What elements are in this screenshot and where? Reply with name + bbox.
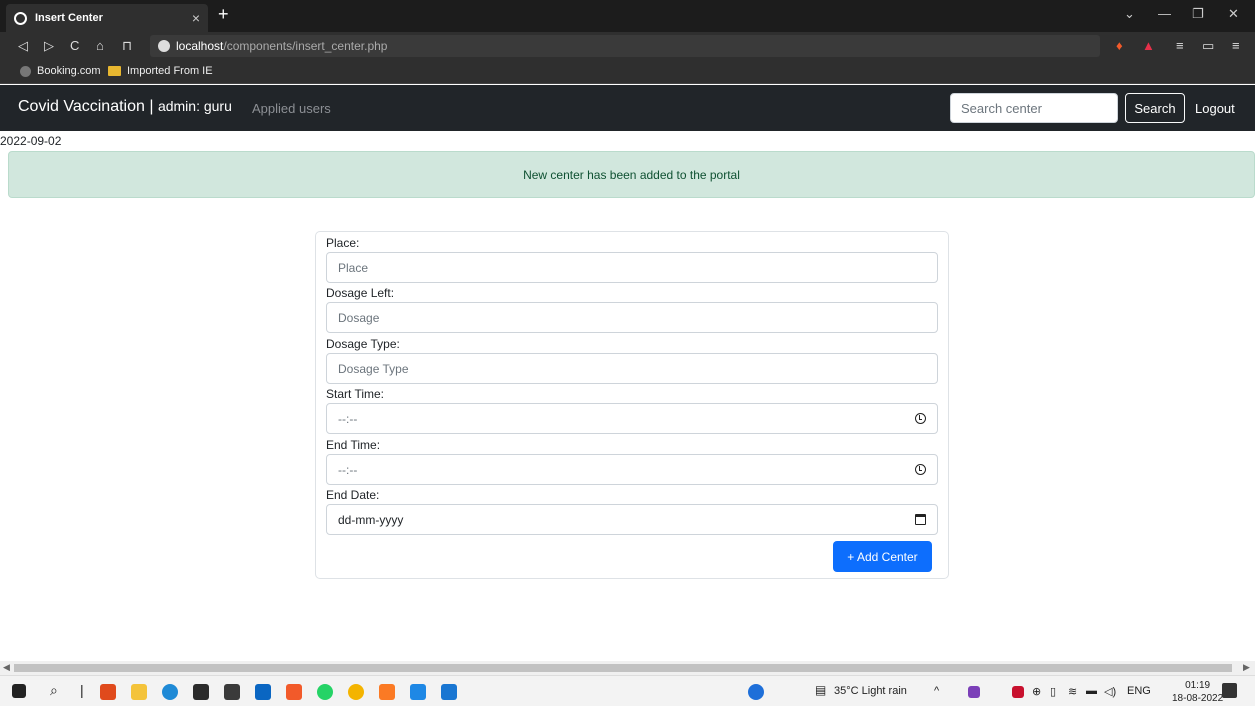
- minimize-icon[interactable]: —: [1158, 6, 1171, 21]
- volume-icon[interactable]: ◁): [1104, 685, 1116, 698]
- close-tab-icon[interactable]: ×: [192, 10, 200, 26]
- rewards-icon[interactable]: ▲: [1142, 38, 1155, 53]
- dosage-type-input[interactable]: [326, 353, 938, 384]
- end-date-label: End Date:: [326, 488, 380, 502]
- end-date-input[interactable]: dd-mm-yyyy: [326, 504, 938, 535]
- reload-icon[interactable]: C: [70, 38, 79, 53]
- url-host: localhost: [176, 39, 224, 53]
- app-navbar: Covid Vaccination | admin: guru Applied …: [0, 85, 1255, 131]
- vscode-icon[interactable]: [410, 684, 426, 700]
- globe-icon: [20, 65, 31, 77]
- windows-taskbar: ⌕ | ▤ 35°C Light rain ^ ⊕ ▯ ≋ ▬ ◁) ENG 0…: [0, 675, 1255, 706]
- globe-icon: [14, 11, 27, 25]
- end-time-label: End Time:: [326, 438, 381, 452]
- xampp-icon[interactable]: [379, 684, 395, 700]
- bookmark-booking[interactable]: Booking.com: [20, 65, 101, 77]
- horizontal-scrollbar[interactable]: ◀ ▶: [0, 661, 1255, 675]
- dosage-left-input[interactable]: [326, 302, 938, 333]
- store-icon[interactable]: [193, 684, 209, 700]
- playlist-icon[interactable]: ≡: [1176, 38, 1184, 53]
- scroll-left-icon[interactable]: ◀: [3, 662, 10, 673]
- folder-icon: [108, 66, 121, 76]
- scroll-right-icon[interactable]: ▶: [1243, 662, 1250, 673]
- photos-icon[interactable]: [441, 684, 457, 700]
- wifi-icon[interactable]: ≋: [1068, 685, 1077, 698]
- scrollbar-thumb[interactable]: [14, 664, 1232, 672]
- app-icon[interactable]: [224, 684, 240, 700]
- edge-icon[interactable]: [162, 684, 178, 700]
- office-icon[interactable]: [100, 684, 116, 700]
- mcafee-icon[interactable]: [1012, 686, 1024, 698]
- forward-icon[interactable]: ▷: [44, 38, 54, 54]
- brave-shield-icon[interactable]: ♦: [1116, 38, 1123, 53]
- show-hidden-icons[interactable]: ^: [934, 685, 939, 697]
- dosage-left-label: Dosage Left:: [326, 286, 395, 300]
- task-view-icon[interactable]: |: [80, 682, 84, 698]
- restore-icon[interactable]: ❐: [1192, 6, 1204, 22]
- end-time-input[interactable]: --:--: [326, 454, 938, 485]
- clock-icon[interactable]: [915, 413, 926, 424]
- notification-icon[interactable]: [1222, 683, 1237, 698]
- display-icon[interactable]: ▬: [1086, 685, 1097, 697]
- system-clock[interactable]: 01:19 18-08-2022: [1172, 679, 1223, 705]
- battery-icon[interactable]: ▯: [1050, 685, 1056, 698]
- close-window-icon[interactable]: ✕: [1228, 6, 1239, 22]
- search-icon[interactable]: ⌕: [50, 682, 58, 699]
- menu-icon[interactable]: ≡: [1232, 38, 1240, 53]
- search-button[interactable]: Search: [1125, 93, 1185, 123]
- onenote-icon[interactable]: [968, 686, 980, 698]
- brand[interactable]: Covid Vaccination | admin: guru: [18, 98, 232, 116]
- insert-center-form: Place: Dosage Left: Dosage Type: Start T…: [315, 231, 949, 579]
- calendar-icon[interactable]: [915, 514, 926, 525]
- add-center-button[interactable]: + Add Center: [833, 541, 932, 572]
- search-input[interactable]: [950, 93, 1118, 123]
- windows-start-icon[interactable]: [12, 684, 26, 698]
- start-time-label: Start Time:: [326, 387, 385, 401]
- bookmark-imported-from-ie[interactable]: Imported From IE: [108, 65, 213, 77]
- success-alert: New center has been added to the portal: [8, 151, 1255, 198]
- new-tab-button[interactable]: +: [218, 4, 229, 25]
- bookmark-label: Booking.com: [37, 65, 101, 77]
- dosage-type-label: Dosage Type:: [326, 337, 400, 351]
- end-date-value: dd-mm-yyyy: [338, 512, 404, 527]
- home-icon[interactable]: ⌂: [96, 38, 104, 53]
- start-time-input[interactable]: --:--: [326, 403, 938, 434]
- start-time-value: --:--: [338, 411, 358, 426]
- site-info-icon[interactable]: [158, 40, 170, 52]
- browser-tab-bar: Insert Center × + ⌄ — ❐ ✕: [0, 0, 1255, 32]
- browser-tab[interactable]: Insert Center ×: [6, 4, 208, 32]
- alert-message: New center has been added to the portal: [523, 167, 740, 182]
- clock-time: 01:19: [1185, 680, 1211, 691]
- admin-name: admin: guru: [157, 98, 232, 114]
- current-date: 2022-09-02: [0, 134, 62, 148]
- help-icon[interactable]: [748, 684, 764, 700]
- applied-users-link[interactable]: Applied users: [252, 101, 331, 116]
- wallet-icon[interactable]: ▭: [1202, 38, 1214, 54]
- tab-title: Insert Center: [35, 12, 103, 24]
- place-input[interactable]: [326, 252, 938, 283]
- clock-icon[interactable]: [915, 464, 926, 475]
- file-explorer-icon[interactable]: [131, 684, 147, 700]
- brave-icon[interactable]: [286, 684, 302, 700]
- clock-date: 18-08-2022: [1172, 693, 1224, 704]
- bookmark-label: Imported From IE: [127, 65, 213, 77]
- language-indicator[interactable]: ENG: [1127, 685, 1151, 697]
- whatsapp-icon[interactable]: [317, 684, 333, 700]
- chrome-icon[interactable]: [348, 684, 364, 700]
- weather-text[interactable]: 35°C Light rain: [834, 685, 907, 697]
- bookmarks-bar: Booking.com Imported From IE: [0, 60, 1255, 84]
- place-label: Place:: [326, 236, 360, 250]
- url-path: /components/insert_center.php: [223, 39, 388, 53]
- url-field[interactable]: localhost /components/insert_center.php: [150, 35, 1100, 57]
- linkedin-icon[interactable]: [255, 684, 271, 700]
- tab-list-icon[interactable]: ⌄: [1124, 6, 1135, 22]
- network-status-icon[interactable]: ⊕: [1032, 685, 1041, 698]
- end-time-value: --:--: [338, 462, 358, 477]
- logout-link[interactable]: Logout: [1195, 101, 1235, 116]
- back-icon[interactable]: ◁: [18, 38, 28, 54]
- address-bar: ◁ ▷ C ⌂ ⊓ localhost /components/insert_c…: [0, 32, 1255, 60]
- bookmark-icon[interactable]: ⊓: [122, 38, 132, 54]
- brand-title: Covid Vaccination |: [18, 98, 154, 115]
- weather-icon[interactable]: ▤: [815, 683, 826, 697]
